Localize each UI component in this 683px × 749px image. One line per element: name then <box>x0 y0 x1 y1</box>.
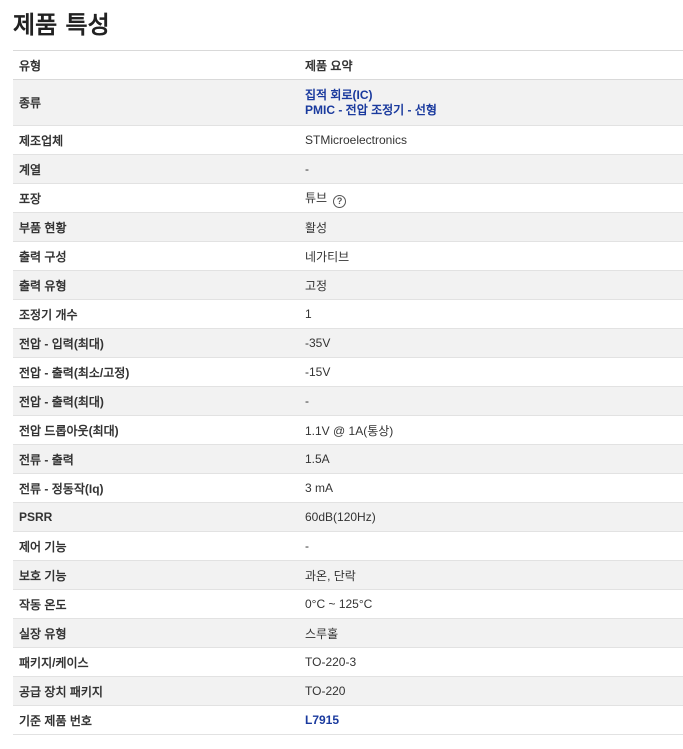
attr-value: 활성 <box>299 212 683 242</box>
attr-label: 보호 기능 <box>13 560 299 590</box>
attr-label: 출력 구성 <box>13 241 299 271</box>
attr-label: 전압 - 출력(최소/고정) <box>13 357 299 387</box>
attr-label: 실장 유형 <box>13 618 299 648</box>
attr-value: 고정 <box>299 270 683 300</box>
packaging-value: 튜브 <box>305 190 328 205</box>
attr-value: - <box>299 531 683 561</box>
attr-value: - <box>299 386 683 416</box>
attr-value: 과온, 단락 <box>299 560 683 590</box>
attr-value: 집적 회로(IC) PMIC - 전압 조정기 - 선형 <box>299 79 683 126</box>
category-link-ic[interactable]: 집적 회로(IC) <box>305 88 683 103</box>
category-link-pmic[interactable]: PMIC - 전압 조정기 - 선형 <box>305 103 683 118</box>
attr-value: -15V <box>299 357 683 387</box>
table-row: 전압 - 출력(최소/고정) -15V <box>13 357 683 387</box>
attr-value: 1.1V @ 1A(통상) <box>299 415 683 445</box>
table-row: 제어 기능 - <box>13 531 683 561</box>
table-row: 조정기 개수 1 <box>13 299 683 329</box>
attr-label: 포장 <box>13 183 299 213</box>
table-row: 기준 제품 번호 L7915 <box>13 705 683 735</box>
table-row: 제조업체 STMicroelectronics <box>13 125 683 155</box>
attr-value: 60dB(120Hz) <box>299 502 683 532</box>
attr-label: 전압 드롭아웃(최대) <box>13 415 299 445</box>
attr-value: TO-220-3 <box>299 647 683 677</box>
header-type: 유형 <box>13 50 299 80</box>
attr-label: 계열 <box>13 154 299 184</box>
attr-value: -35V <box>299 328 683 358</box>
attr-label: 부품 현황 <box>13 212 299 242</box>
table-row: 전압 - 출력(최대) - <box>13 386 683 416</box>
table-row: 전압 드롭아웃(최대) 1.1V @ 1A(통상) <box>13 415 683 445</box>
attr-label: 조정기 개수 <box>13 299 299 329</box>
attr-label: 제어 기능 <box>13 531 299 561</box>
table-row: 전류 - 출력 1.5A <box>13 444 683 474</box>
attr-value: 네가티브 <box>299 241 683 271</box>
table-row: 출력 유형 고정 <box>13 270 683 300</box>
attr-label: PSRR <box>13 502 299 532</box>
help-icon[interactable]: ? <box>333 194 347 208</box>
attr-label: 기준 제품 번호 <box>13 705 299 735</box>
page-title: 제품 특성 <box>13 11 110 39</box>
attr-label: 전압 - 입력(최대) <box>13 328 299 358</box>
attr-value: 1 <box>299 299 683 329</box>
table-row: 전압 - 입력(최대) -35V <box>13 328 683 358</box>
table-row: 계열 - <box>13 154 683 184</box>
attr-value: - <box>299 154 683 184</box>
table-row: 실장 유형 스루홀 <box>13 618 683 648</box>
attr-label: 전류 - 출력 <box>13 444 299 474</box>
table-row: 패키지/케이스 TO-220-3 <box>13 647 683 677</box>
header-summary: 제품 요약 <box>299 50 683 80</box>
attr-label: 공급 장치 패키지 <box>13 676 299 706</box>
attr-label: 전압 - 출력(최대) <box>13 386 299 416</box>
product-attributes-table: 유형 제품 요약 종류 집적 회로(IC) PMIC - 전압 조정기 - 선형… <box>13 50 683 735</box>
table-row: 전류 - 정동작(Iq) 3 mA <box>13 473 683 503</box>
attr-label: 전류 - 정동작(Iq) <box>13 473 299 503</box>
attr-value: L7915 <box>299 705 683 735</box>
table-row: 종류 집적 회로(IC) PMIC - 전압 조정기 - 선형 <box>13 79 683 126</box>
attr-value: 3 mA <box>299 473 683 503</box>
attr-label: 출력 유형 <box>13 270 299 300</box>
attr-label: 종류 <box>13 79 299 126</box>
attr-value: 튜브? <box>299 183 683 213</box>
table-row: 부품 현황 활성 <box>13 212 683 242</box>
table-header-row: 유형 제품 요약 <box>13 50 683 80</box>
base-part-number-link[interactable]: L7915 <box>305 713 683 728</box>
table-row: 공급 장치 패키지 TO-220 <box>13 676 683 706</box>
attr-value: 1.5A <box>299 444 683 474</box>
attr-value: 0°C ~ 125°C <box>299 589 683 619</box>
attr-value: STMicroelectronics <box>299 125 683 155</box>
table-row: PSRR 60dB(120Hz) <box>13 502 683 532</box>
attr-value: TO-220 <box>299 676 683 706</box>
attr-label: 작동 온도 <box>13 589 299 619</box>
attr-label: 제조업체 <box>13 125 299 155</box>
attr-value: 스루홀 <box>299 618 683 648</box>
table-row: 포장 튜브? <box>13 183 683 213</box>
table-row: 출력 구성 네가티브 <box>13 241 683 271</box>
attr-label: 패키지/케이스 <box>13 647 299 677</box>
table-row: 보호 기능 과온, 단락 <box>13 560 683 590</box>
table-row: 작동 온도 0°C ~ 125°C <box>13 589 683 619</box>
